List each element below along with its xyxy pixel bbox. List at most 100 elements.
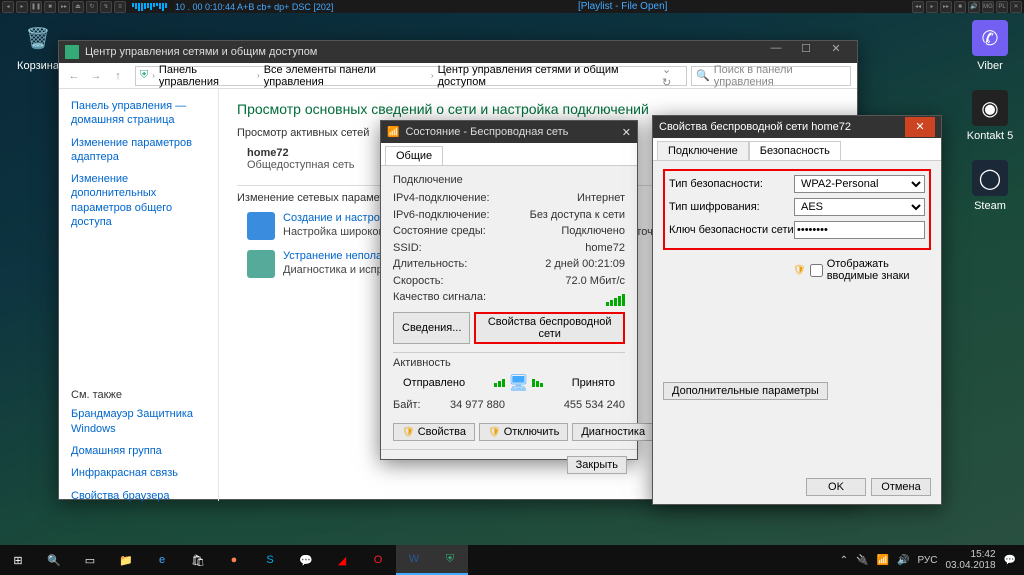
tray-power-icon[interactable]: 🔌: [856, 555, 868, 566]
clock[interactable]: 15:42 03.04.2018: [945, 549, 995, 571]
signal-bars-icon: [606, 289, 625, 306]
forward-icon[interactable]: →: [87, 67, 105, 85]
ssid-label: SSID:: [393, 240, 422, 257]
tab-security[interactable]: Безопасность: [749, 141, 841, 160]
ssid-value: home72: [585, 240, 625, 257]
activity-section-label: Активность: [393, 352, 625, 369]
wifi-properties-window: Свойства беспроводной сети home72 ✕ Подк…: [652, 115, 942, 505]
tray-up-icon[interactable]: ⌃: [840, 555, 848, 566]
details-button[interactable]: Сведения...: [393, 312, 470, 344]
status-title: Состояние - Беспроводная сеть: [405, 126, 568, 138]
tab-general[interactable]: Общие: [385, 146, 443, 165]
close-icon[interactable]: ✕: [622, 126, 631, 139]
signal-label: Качество сигнала:: [393, 289, 486, 306]
pl-next-icon[interactable]: ▸▸: [940, 1, 952, 13]
notifications-icon[interactable]: 💬: [1004, 555, 1016, 566]
app1-icon[interactable]: ●: [216, 545, 252, 575]
eject-icon[interactable]: ⏏: [72, 1, 84, 13]
network-center-task-icon[interactable]: ⛨: [432, 545, 468, 575]
mg-btn[interactable]: MG: [982, 1, 994, 13]
duration-label: Длительность:: [393, 256, 467, 273]
close-icon[interactable]: ✕: [821, 42, 851, 62]
steam-icon[interactable]: ◯Steam: [960, 160, 1020, 212]
pl-prev-icon[interactable]: ◂◂: [912, 1, 924, 13]
shuffle-icon[interactable]: ↯: [100, 1, 112, 13]
tray-lang[interactable]: РУС: [917, 555, 937, 566]
ipv4-label: IPv4-подключение:: [393, 190, 490, 207]
maximize-icon[interactable]: ☐: [791, 42, 821, 62]
show-chars-checkbox[interactable]: [810, 264, 823, 277]
messenger-icon[interactable]: 💬: [288, 545, 324, 575]
pl-stop-icon[interactable]: ■: [954, 1, 966, 13]
close-icon[interactable]: ✕: [905, 117, 935, 137]
stop-icon[interactable]: ■: [44, 1, 56, 13]
system-tray: ⌃ 🔌 📶 🔊 РУС 15:42 03.04.2018 💬: [840, 549, 1024, 571]
pl-btn[interactable]: PL: [996, 1, 1008, 13]
minimize-icon[interactable]: —: [761, 42, 791, 62]
ok-button[interactable]: OK: [806, 478, 866, 496]
sidebar-home-link[interactable]: Панель управления — домашняя страница: [71, 99, 206, 128]
kontakt-icon[interactable]: ◉Kontakt 5: [960, 90, 1020, 142]
close-button[interactable]: Закрыть: [567, 456, 627, 474]
status-titlebar[interactable]: 📶 Состояние - Беспроводная сеть ✕: [381, 121, 637, 143]
store-icon[interactable]: 🛍: [180, 545, 216, 575]
search-input[interactable]: 🔍Поиск в панели управления: [691, 66, 851, 86]
security-type-label: Тип безопасности:: [669, 178, 794, 190]
security-type-select[interactable]: WPA2-Personal: [794, 175, 925, 193]
extra-params-button[interactable]: Дополнительные параметры: [663, 382, 828, 400]
media-player-title: [Playlist - File Open]: [333, 1, 912, 12]
speed-value: 72.0 Мбит/с: [565, 273, 625, 290]
back-icon[interactable]: ←: [65, 67, 83, 85]
wifi-status-window: 📶 Состояние - Беспроводная сеть ✕ Общие …: [380, 120, 638, 460]
pause-icon[interactable]: ❚❚: [30, 1, 42, 13]
next-icon[interactable]: ▸▸: [58, 1, 70, 13]
media-label: Состояние среды:: [393, 223, 486, 240]
properties-button[interactable]: 🛡Свойства: [393, 423, 475, 441]
media-value: Подключено: [561, 223, 625, 240]
sidebar-adapter-link[interactable]: Изменение параметров адаптера: [71, 136, 206, 165]
props-title: Свойства беспроводной сети home72: [659, 121, 851, 133]
cancel-button[interactable]: Отмена: [871, 478, 931, 496]
bytes-label: Байт:: [393, 397, 421, 414]
task-view-icon[interactable]: ▭: [72, 545, 108, 575]
sidebar: Панель управления — домашняя страница Из…: [59, 89, 219, 501]
tab-connection[interactable]: Подключение: [657, 141, 749, 160]
tray-wifi-icon[interactable]: 📶: [877, 555, 889, 566]
window-title: Центр управления сетями и общим доступом: [85, 46, 317, 58]
see-also-homegroup[interactable]: Домашняя группа: [71, 444, 206, 458]
tray-volume-icon[interactable]: 🔊: [897, 555, 909, 566]
prev-icon[interactable]: ◂: [2, 1, 14, 13]
see-also-firewall[interactable]: Брандмауэр Защитника Windows: [71, 407, 206, 436]
loop-icon[interactable]: ↻: [86, 1, 98, 13]
window-titlebar[interactable]: Центр управления сетями и общим доступом…: [59, 41, 857, 63]
word-icon[interactable]: W: [396, 545, 432, 575]
pl-close-icon[interactable]: ✕: [1010, 1, 1022, 13]
menu-icon[interactable]: ≡: [114, 1, 126, 13]
viber-icon[interactable]: ✆Viber: [960, 20, 1020, 72]
search-icon[interactable]: 🔍: [36, 545, 72, 575]
see-also-browser[interactable]: Свойства браузера: [71, 489, 206, 503]
breadcrumb[interactable]: ⛨› Панель управления› Все элементы панел…: [135, 66, 687, 86]
disable-button[interactable]: 🛡Отключить: [479, 423, 568, 441]
play-icon[interactable]: ▸: [16, 1, 28, 13]
signal-icon: 📶: [387, 127, 399, 138]
pl-play-icon[interactable]: ▸: [926, 1, 938, 13]
see-also-infrared[interactable]: Инфракрасная связь: [71, 466, 206, 480]
up-icon[interactable]: ↑: [109, 67, 127, 85]
adobe-icon[interactable]: ◢: [324, 545, 360, 575]
key-field[interactable]: [794, 221, 925, 239]
activity-icon: 🖥: [494, 373, 542, 393]
pl-vol-icon[interactable]: 🔊: [968, 1, 980, 13]
security-highlight-box: Тип безопасности: WPA2-Personal Тип шифр…: [663, 169, 931, 250]
encryption-select[interactable]: AES: [794, 198, 925, 216]
explorer-icon[interactable]: 📁: [108, 545, 144, 575]
network-name: home72: [247, 147, 355, 159]
skype-icon[interactable]: S: [252, 545, 288, 575]
sidebar-sharing-link[interactable]: Изменение дополнительных параметров обще…: [71, 172, 206, 229]
edge-icon[interactable]: e: [144, 545, 180, 575]
wifi-properties-button[interactable]: Свойства беспроводной сети: [474, 312, 625, 344]
opera-icon[interactable]: O: [360, 545, 396, 575]
diagnose-button[interactable]: Диагностика: [572, 423, 654, 441]
start-button[interactable]: ⊞: [0, 545, 36, 575]
props-titlebar[interactable]: Свойства беспроводной сети home72 ✕: [653, 116, 941, 138]
